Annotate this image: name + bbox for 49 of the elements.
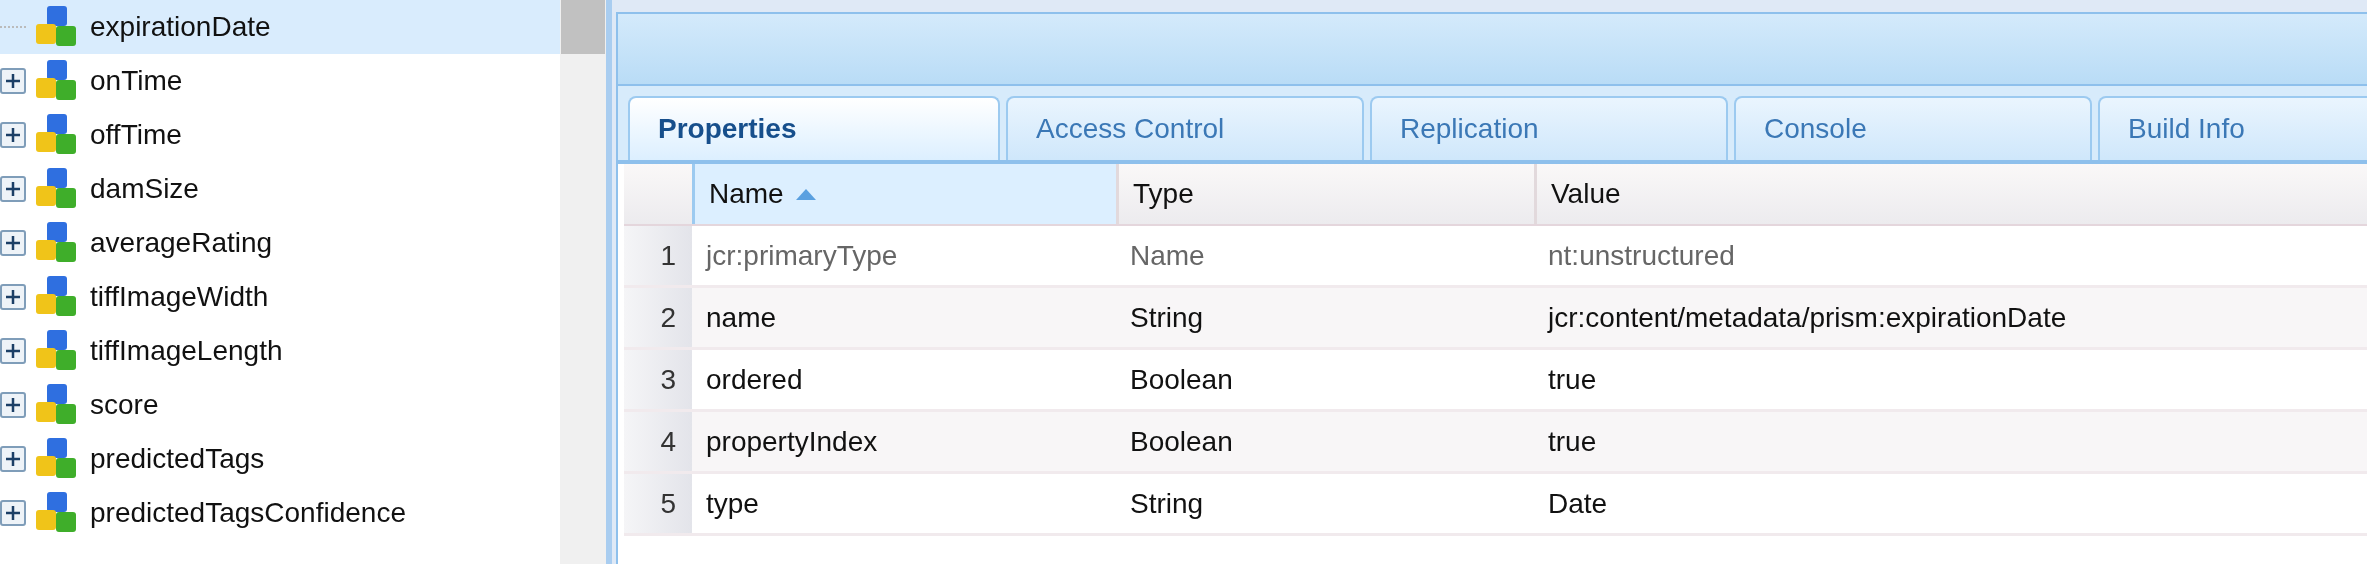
- row-number: 2: [624, 288, 692, 347]
- expand-icon[interactable]: [0, 230, 26, 256]
- expand-icon[interactable]: [0, 500, 26, 526]
- table-cell-text: Date: [1547, 487, 1609, 520]
- column-header[interactable]: Type: [1116, 164, 1534, 224]
- tree-item[interactable]: damSize: [0, 162, 560, 216]
- tree-item[interactable]: expirationDate: [0, 0, 560, 54]
- tree-item[interactable]: tiffImageWidth: [0, 270, 560, 324]
- tree-item[interactable]: predictedTags: [0, 432, 560, 486]
- tree-item[interactable]: tiffImageLength: [0, 324, 560, 378]
- table-cell-text: jcr:primaryType: [704, 239, 899, 272]
- scrollbar-thumb[interactable]: [561, 0, 605, 54]
- table-cell-text: true: [1547, 363, 1598, 396]
- table-cell-text: ordered: [705, 363, 804, 396]
- expand-icon[interactable]: [0, 338, 26, 364]
- sort-ascending-icon: [795, 188, 816, 200]
- expand-icon[interactable]: [0, 446, 26, 472]
- tab[interactable]: Console: [1734, 96, 2092, 160]
- tab[interactable]: Replication: [1370, 96, 1728, 160]
- tree-item[interactable]: score: [0, 378, 560, 432]
- expand-icon[interactable]: [0, 68, 26, 94]
- table-cell-text: Boolean: [1129, 425, 1234, 458]
- tab[interactable]: Access Control: [1006, 96, 1364, 160]
- expand-icon[interactable]: [0, 122, 26, 148]
- table-cell-text: propertyIndex: [705, 425, 879, 458]
- tab[interactable]: Properties: [628, 96, 1000, 160]
- tab[interactable]: Build Info: [2098, 96, 2367, 160]
- table-cell-text: String: [1129, 487, 1205, 520]
- row-number: 5: [624, 474, 692, 533]
- table-cell-text: nt:unstructured: [1547, 239, 1736, 272]
- table-cell-text: Boolean: [1129, 363, 1234, 396]
- table-cell-text: type: [705, 487, 760, 520]
- table-cell-text: Name: [1129, 239, 1206, 272]
- expand-icon[interactable]: [0, 176, 26, 202]
- row-number: 3: [624, 350, 692, 409]
- row-number: 1: [624, 226, 692, 285]
- tree-item[interactable]: averageRating: [0, 216, 560, 270]
- expand-icon[interactable]: [0, 284, 26, 310]
- table-cell-text: jcr:content/metadata/prism:expirationDate: [1546, 301, 2068, 334]
- tree-item[interactable]: predictedTagsConfidence: [0, 486, 560, 540]
- table-cell-text: name: [705, 301, 778, 334]
- tree-item[interactable]: offTime: [0, 108, 560, 162]
- tree-item[interactable]: onTime: [0, 54, 560, 108]
- table-cell-text: String: [1129, 301, 1205, 334]
- expand-icon[interactable]: [0, 392, 26, 418]
- column-header[interactable]: Name: [692, 164, 1116, 224]
- row-number: 4: [624, 412, 692, 471]
- table-cell-text: true: [1547, 425, 1598, 458]
- column-header[interactable]: Value: [1534, 164, 2367, 224]
